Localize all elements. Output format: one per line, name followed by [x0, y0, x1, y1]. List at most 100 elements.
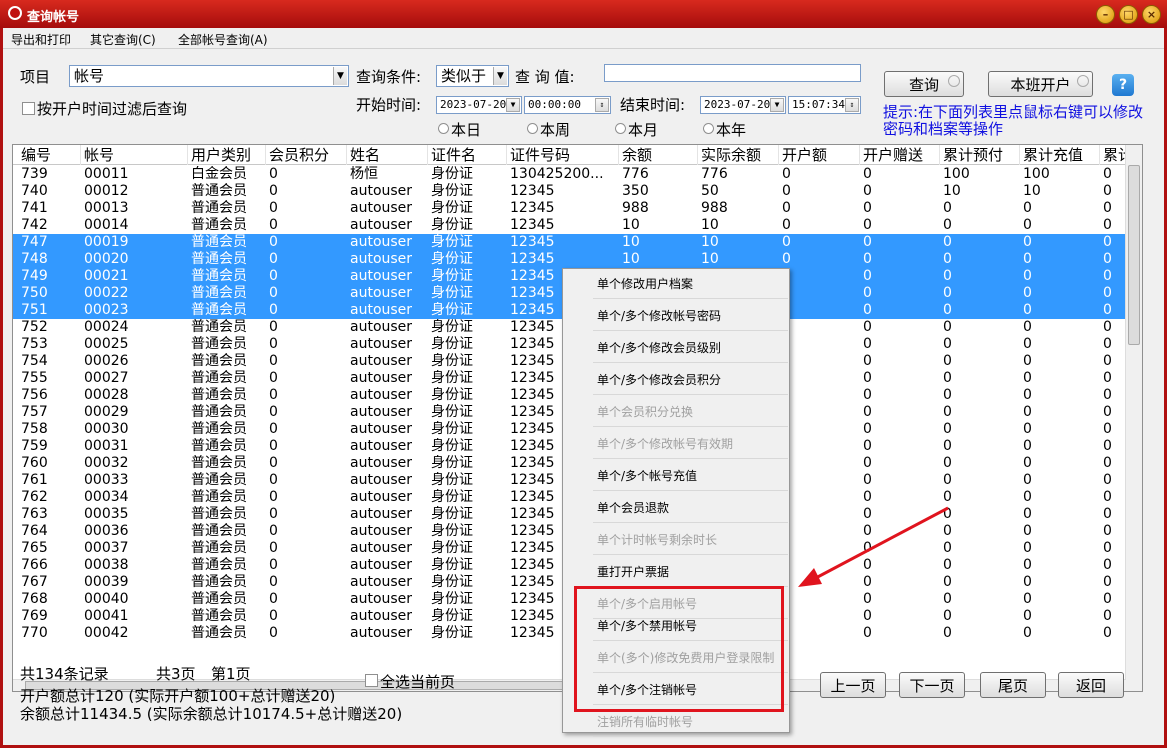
table-cell: 0 — [269, 591, 278, 607]
table-cell: 普通会员 — [191, 285, 247, 301]
table-cell: 0 — [863, 336, 872, 352]
table-cell: 00021 — [84, 268, 129, 284]
table-cell: 0 — [863, 472, 872, 488]
prev-page-button[interactable]: 上一页 — [820, 672, 886, 698]
minimize-button[interactable]: – — [1096, 5, 1115, 24]
table-cell: 00028 — [84, 387, 129, 403]
range-year-radio[interactable] — [703, 123, 714, 134]
range-week-radio[interactable] — [527, 123, 538, 134]
table-cell: 0 — [943, 404, 952, 420]
table-cell: 0 — [269, 404, 278, 420]
table-row[interactable]: 739 00011 白金会员 0 杨恒 身份证 130425200... 776 776 0 0 10… — [13, 166, 1133, 183]
column-header[interactable]: 证件名 — [428, 145, 507, 165]
context-menu-item[interactable]: 单个/多个修改会员级别 — [593, 333, 788, 363]
column-header[interactable]: 开户赠送 — [860, 145, 940, 165]
table-cell: 0 — [863, 370, 872, 386]
column-header[interactable]: 编号 — [18, 145, 81, 165]
item-label: 项目 — [20, 68, 51, 86]
column-header[interactable]: 累计充值 — [1020, 145, 1100, 165]
table-cell: 770 — [21, 625, 48, 641]
table-cell: 0 — [1023, 472, 1032, 488]
last-page-button[interactable]: 尾页 — [980, 672, 1046, 698]
table-cell: 764 — [21, 523, 48, 539]
table-cell: 0 — [1023, 591, 1032, 607]
end-date-picker[interactable]: 2023-07-20 ▼ — [700, 96, 786, 114]
close-button[interactable]: × — [1142, 5, 1161, 24]
column-header[interactable]: 累计预付 — [940, 145, 1020, 165]
table-cell: 0 — [943, 421, 952, 437]
table-cell: 12345 — [510, 200, 555, 216]
item-select[interactable]: 帐号 ▼ — [69, 65, 349, 87]
select-all-label: 全选当前页 — [380, 673, 456, 691]
context-menu-item[interactable]: 单个会员退款 — [593, 493, 788, 523]
back-button[interactable]: 返回 — [1058, 672, 1124, 698]
column-header[interactable]: 用户类别 — [188, 145, 266, 165]
column-header[interactable]: 实际余额 — [698, 145, 779, 165]
table-cell: 0 — [863, 319, 872, 335]
condition-select[interactable]: 类似于 ▼ — [436, 65, 509, 87]
table-row[interactable]: 748 00020 普通会员 0 autouser 身份证 12345 10 10 0 0 0 0 0 — [13, 251, 1133, 268]
table-row[interactable]: 742 00014 普通会员 0 autouser 身份证 12345 10 10 0 0 0 0 0 — [13, 217, 1133, 234]
table-cell: 10 — [943, 183, 961, 199]
shift-open-button[interactable]: 本班开户 — [988, 71, 1093, 97]
menu-other-query[interactable]: 其它查询(C) — [90, 31, 156, 48]
menu-all-accounts-query[interactable]: 全部帐号查询(A) — [178, 31, 268, 48]
context-menu-item[interactable]: 单个/多个帐号充值 — [593, 461, 788, 491]
maximize-button[interactable]: □ — [1119, 5, 1138, 24]
end-time-input[interactable]: 15:07:34 ⇕ — [788, 96, 861, 114]
select-all-checkbox[interactable] — [365, 674, 378, 687]
table-cell: 753 — [21, 336, 48, 352]
table-cell: 0 — [943, 608, 952, 624]
next-page-button[interactable]: 下一页 — [899, 672, 965, 698]
context-menu-item[interactable]: 单个/多个修改会员积分 — [593, 365, 788, 395]
context-menu-item[interactable]: 重打开户票据 — [593, 557, 788, 587]
table-cell: 12345 — [510, 251, 555, 267]
table-cell: 0 — [943, 472, 952, 488]
table-cell: 765 — [21, 540, 48, 556]
column-header[interactable]: 余额 — [619, 145, 698, 165]
query-button[interactable]: 查询 — [884, 71, 964, 97]
menu-export-print[interactable]: 导出和打印 — [11, 31, 71, 48]
filter-by-time-checkbox[interactable] — [22, 102, 35, 115]
table-row[interactable]: 741 00013 普通会员 0 autouser 身份证 12345 988 988 0 0 0 0 0 — [13, 200, 1133, 217]
window-title: 查询帐号 — [27, 10, 80, 25]
range-today-radio[interactable] — [438, 123, 449, 134]
table-row[interactable]: 747 00019 普通会员 0 autouser 身份证 12345 10 10 0 0 0 0 0 — [13, 234, 1133, 251]
column-header[interactable]: 帐号 — [81, 145, 188, 165]
table-cell — [779, 455, 860, 472]
column-header[interactable]: 会员积分 — [266, 145, 347, 165]
table-cell: 10 — [701, 217, 719, 233]
table-cell: 身份证 — [431, 506, 473, 522]
table-cell: 普通会员 — [191, 591, 247, 607]
table-cell: 762 — [21, 489, 48, 505]
column-header[interactable]: 姓名 — [347, 145, 428, 165]
context-menu-item[interactable]: 单个/多个修改帐号密码 — [593, 301, 788, 331]
table-cell: 00042 — [84, 625, 129, 641]
table-cell: autouser — [350, 506, 413, 522]
table-cell: 00020 — [84, 251, 129, 267]
vertical-scrollbar[interactable] — [1125, 145, 1142, 691]
table-cell: 0 — [943, 370, 952, 386]
table-cell: 769 — [21, 608, 48, 624]
table-cell: 00014 — [84, 217, 129, 233]
table-cell: 00011 — [84, 166, 129, 182]
column-header[interactable]: 证件号码 — [507, 145, 619, 165]
context-menu-item[interactable]: 单个修改用户档案 — [593, 269, 788, 299]
table-cell: 0 — [943, 285, 952, 301]
table-cell: 0 — [269, 608, 278, 624]
query-value-input[interactable] — [604, 64, 861, 82]
chevron-down-icon: ▼ — [333, 67, 347, 85]
table-cell: 普通会员 — [191, 557, 247, 573]
start-date-picker[interactable]: 2023-07-20 ▼ — [436, 96, 522, 114]
table-row[interactable]: 740 00012 普通会员 0 autouser 身份证 12345 350 50 0 0 10 10… — [13, 183, 1133, 200]
table-cell: autouser — [350, 268, 413, 284]
start-time-input[interactable]: 00:00:00 ⇕ — [524, 96, 611, 114]
table-cell: 12345 — [510, 234, 555, 250]
vertical-scroll-thumb[interactable] — [1128, 165, 1140, 345]
table-cell: 普通会员 — [191, 574, 247, 590]
table-cell: 0 — [943, 217, 952, 233]
help-icon[interactable]: ? — [1112, 74, 1134, 96]
table-cell — [779, 353, 860, 370]
column-header[interactable]: 开户额 — [779, 145, 860, 165]
range-month-radio[interactable] — [615, 123, 626, 134]
